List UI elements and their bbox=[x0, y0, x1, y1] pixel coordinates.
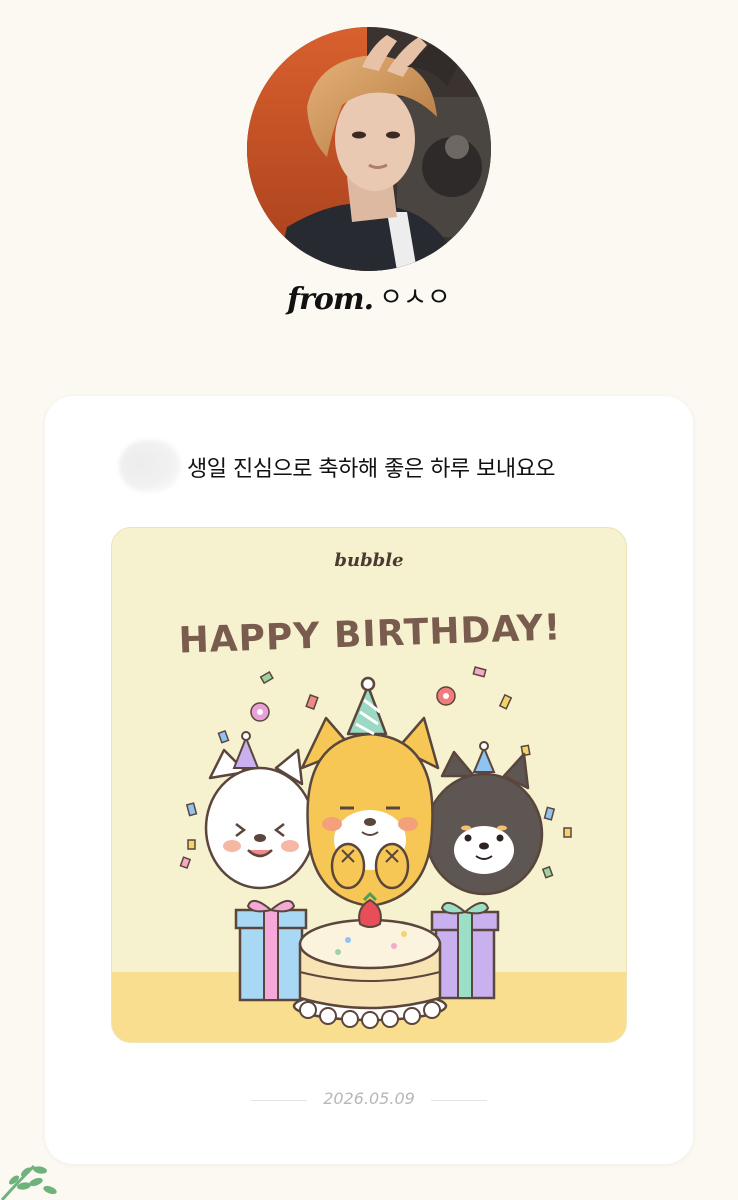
message-text: 생일 진심으로 축하해 좋은 하루 보내요오 bbox=[187, 457, 556, 482]
birthday-sticker-illustration: HAPPY BIRTHDAY! bbox=[112, 607, 626, 1042]
from-label: from. bbox=[287, 282, 374, 317]
leaf-sprig-icon bbox=[0, 1164, 57, 1200]
birthday-cake bbox=[292, 891, 448, 1029]
black-dog bbox=[424, 741, 544, 896]
profile-avatar[interactable] bbox=[247, 27, 491, 271]
flower-confetti bbox=[250, 686, 456, 722]
gift-right bbox=[430, 901, 500, 1000]
bubble-brand: bubble bbox=[334, 550, 404, 571]
from-line: from. ㅇㅅㅇ bbox=[0, 280, 738, 317]
gift-left bbox=[234, 899, 308, 1002]
from-name: ㅇㅅㅇ bbox=[379, 283, 451, 313]
white-dog bbox=[204, 731, 316, 890]
message-card: 생일 진심으로 축하해 좋은 하루 보내요오 HAPPY BIRTHDAY! b… bbox=[45, 396, 693, 1164]
shiba-dog bbox=[300, 676, 440, 908]
sticker-title: HAPPY BIRTHDAY! bbox=[178, 607, 562, 661]
date-row: 2026.05.09 bbox=[45, 1089, 693, 1113]
profile-photo bbox=[247, 27, 491, 271]
blurred-sender-avatar bbox=[119, 440, 181, 492]
birthday-sticker[interactable]: HAPPY BIRTHDAY! bubble bbox=[111, 527, 627, 1043]
date-stamp: 2026.05.09 bbox=[323, 1089, 415, 1108]
message-row: 생일 진심으로 축하해 좋은 하루 보내요오 bbox=[119, 440, 679, 492]
